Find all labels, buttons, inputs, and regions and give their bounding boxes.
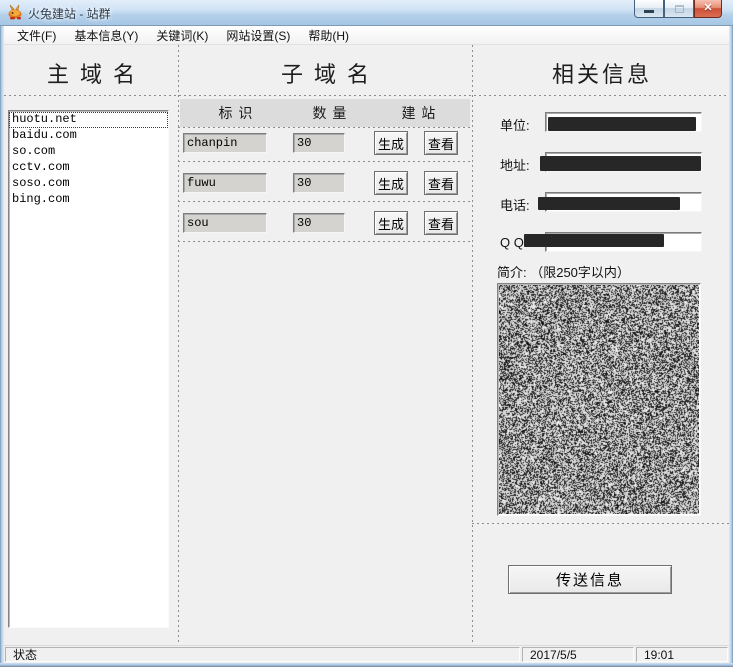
window-frame-bottom [0, 663, 733, 667]
subdomain-id-input[interactable]: chanpin [183, 133, 267, 153]
menu-help[interactable]: 帮助(H) [299, 25, 358, 46]
address-label: 地址: [500, 155, 530, 174]
row-divider [178, 241, 472, 242]
view-button[interactable]: 查看 [424, 211, 458, 235]
main-domain-listbox[interactable]: huotu.net baidu.com so.com cctv.com soso… [8, 110, 169, 628]
column-label-id: 标 识 [180, 103, 292, 123]
title-bar[interactable]: 火兔建站 - 站群 ✕ [0, 0, 733, 26]
header-divider [4, 95, 729, 96]
redacted-intro-noise [499, 285, 699, 514]
status-bar: 状态 2017/5/5 19:01 [4, 645, 729, 663]
column-divider-1 [178, 45, 179, 644]
redacted-value [524, 234, 664, 247]
close-button[interactable]: ✕ [694, 0, 722, 18]
intro-textarea[interactable] [497, 283, 701, 516]
redacted-value [540, 156, 701, 171]
list-item[interactable]: baidu.com [9, 128, 168, 144]
status-text: 状态 [5, 647, 520, 662]
maximize-icon [675, 5, 684, 13]
minimize-icon [644, 10, 654, 13]
redacted-value [548, 117, 696, 131]
list-item[interactable]: cctv.com [9, 160, 168, 176]
menu-basic-info[interactable]: 基本信息(Y) [65, 25, 147, 46]
unit-label: 单位: [500, 115, 530, 134]
send-info-button[interactable]: 传送信息 [508, 565, 672, 594]
info-section-divider [472, 523, 729, 524]
subdomain-id-input[interactable]: sou [183, 213, 267, 233]
sub-domain-header: 子域名 [178, 57, 472, 89]
menu-site-settings[interactable]: 网站设置(S) [217, 25, 299, 46]
list-item[interactable]: bing.com [9, 192, 168, 208]
phone-label: 电话: [500, 195, 530, 214]
info-header: 相关信息 [472, 57, 729, 89]
status-date: 2017/5/5 [522, 647, 634, 662]
client-area: 文件(F) 基本信息(Y) 关键词(K) 网站设置(S) 帮助(H) 主域名 子… [4, 26, 729, 663]
subdomain-count-input[interactable]: 30 [293, 173, 345, 193]
view-button[interactable]: 查看 [424, 171, 458, 195]
row-divider [178, 161, 472, 162]
status-time: 19:01 [636, 647, 728, 662]
menu-file[interactable]: 文件(F) [8, 25, 65, 46]
view-button[interactable]: 查看 [424, 131, 458, 155]
row-divider [178, 201, 472, 202]
subdomain-count-input[interactable]: 30 [293, 213, 345, 233]
redacted-value [538, 197, 680, 210]
window-title: 火兔建站 - 站群 [28, 5, 111, 22]
app-icon [7, 4, 24, 21]
row-divider [178, 127, 472, 128]
list-item[interactable]: so.com [9, 144, 168, 160]
column-label-count: 数 量 [292, 103, 368, 123]
generate-button[interactable]: 生成 [374, 211, 408, 235]
window-frame-right [729, 26, 733, 663]
menu-keywords[interactable]: 关键词(K) [147, 25, 217, 46]
generate-button[interactable]: 生成 [374, 131, 408, 155]
menu-bar: 文件(F) 基本信息(Y) 关键词(K) 网站设置(S) 帮助(H) [4, 26, 729, 45]
list-item[interactable]: huotu.net [9, 112, 168, 128]
maximize-button[interactable] [664, 0, 694, 18]
minimize-button[interactable] [634, 0, 664, 18]
column-label-build: 建 站 [368, 103, 470, 123]
main-domain-header: 主域名 [4, 57, 178, 89]
subdomain-id-input[interactable]: fuwu [183, 173, 267, 193]
subdomain-count-input[interactable]: 30 [293, 133, 345, 153]
app-window: 火兔建站 - 站群 ✕ 文件(F) 基本信息(Y) 关键词(K) 网站设置(S)… [0, 0, 733, 667]
close-icon: ✕ [703, 3, 712, 14]
subdomain-table-header: 标 识 数 量 建 站 [180, 99, 470, 127]
caption-buttons: ✕ [634, 0, 722, 18]
generate-button[interactable]: 生成 [374, 171, 408, 195]
list-item[interactable]: soso.com [9, 176, 168, 192]
intro-label: 简介: （限250字以内） [497, 262, 630, 281]
column-divider-2 [472, 45, 473, 644]
